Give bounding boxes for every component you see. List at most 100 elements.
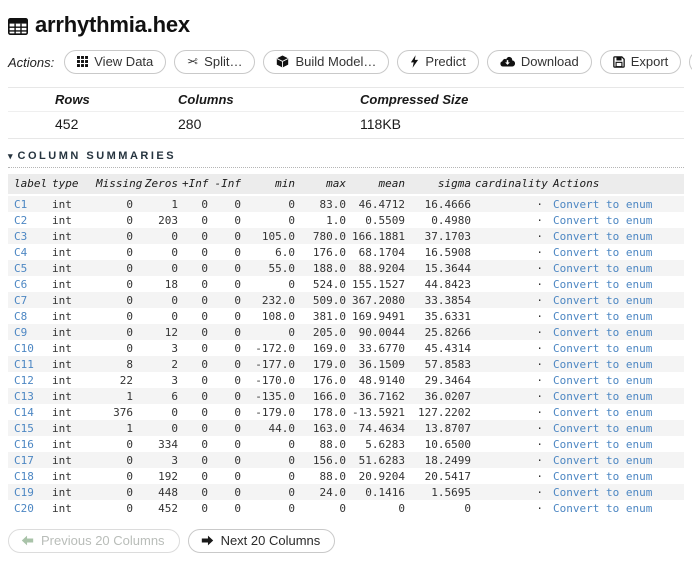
column-label-link[interactable]: C10 bbox=[14, 342, 34, 355]
convert-to-enum-link[interactable]: Convert to enum bbox=[553, 454, 652, 467]
convert-to-enum-link[interactable]: Convert to enum bbox=[553, 246, 652, 259]
column-type: int bbox=[52, 309, 72, 323]
column-type: int bbox=[52, 341, 72, 355]
column-label-link[interactable]: C14 bbox=[14, 406, 34, 419]
sigma-value: 16.5908 bbox=[424, 245, 471, 259]
mean-value: 46.4712 bbox=[358, 197, 405, 211]
column-summaries-section-toggle[interactable]: ▾ COLUMN SUMMARIES bbox=[8, 150, 684, 168]
zeros-count: 3 bbox=[171, 453, 178, 467]
cardinality-value: · bbox=[536, 469, 543, 483]
column-label-link[interactable]: C4 bbox=[14, 246, 27, 259]
column-label-link[interactable]: C9 bbox=[14, 326, 27, 339]
compressed-size-value: 118KB bbox=[360, 111, 684, 139]
neg-inf-count: 0 bbox=[234, 277, 241, 291]
max-value: 88.0 bbox=[319, 469, 347, 483]
max-value: 156.0 bbox=[312, 453, 346, 467]
mean-value: 33.6770 bbox=[358, 341, 405, 355]
min-value: -172.0 bbox=[255, 341, 295, 355]
cloud-download-icon bbox=[500, 56, 515, 67]
columns-value: 280 bbox=[178, 111, 360, 139]
column-label-link[interactable]: C3 bbox=[14, 230, 27, 243]
page-header: arrhythmia.hex bbox=[8, 12, 684, 38]
col-header-cardinality: cardinality bbox=[475, 174, 548, 196]
min-value: 0 bbox=[288, 213, 295, 227]
table-row: C8 int 0 0 0 0 108.0 381.0 169.9491 35.6… bbox=[8, 308, 684, 324]
convert-to-enum-link[interactable]: Convert to enum bbox=[553, 422, 652, 435]
column-label-link[interactable]: C7 bbox=[14, 294, 27, 307]
convert-to-enum-link[interactable]: Convert to enum bbox=[553, 294, 652, 307]
build-model-label: Build Model… bbox=[295, 54, 377, 69]
column-label-link[interactable]: C11 bbox=[14, 358, 34, 371]
sigma-value: 0.4980 bbox=[431, 213, 471, 227]
column-label-link[interactable]: C18 bbox=[14, 470, 34, 483]
previous-columns-button[interactable]: Previous 20 Columns bbox=[8, 529, 180, 553]
pos-inf-count: 0 bbox=[201, 501, 208, 515]
max-value: 780.0 bbox=[312, 229, 346, 243]
column-label-link[interactable]: C12 bbox=[14, 374, 34, 387]
column-label-link[interactable]: C1 bbox=[14, 198, 27, 211]
column-label-link[interactable]: C2 bbox=[14, 214, 27, 227]
zeros-count: 0 bbox=[171, 245, 178, 259]
pos-inf-count: 0 bbox=[201, 213, 208, 227]
sigma-value: 33.3854 bbox=[424, 293, 471, 307]
convert-to-enum-link[interactable]: Convert to enum bbox=[553, 326, 652, 339]
zeros-count: 452 bbox=[158, 501, 178, 515]
column-type: int bbox=[52, 469, 72, 483]
convert-to-enum-link[interactable]: Convert to enum bbox=[553, 278, 652, 291]
convert-to-enum-link[interactable]: Convert to enum bbox=[553, 470, 652, 483]
convert-to-enum-link[interactable]: Convert to enum bbox=[553, 198, 652, 211]
next-columns-button[interactable]: Next 20 Columns bbox=[187, 529, 336, 553]
convert-to-enum-link[interactable]: Convert to enum bbox=[553, 438, 652, 451]
page-title: arrhythmia.hex bbox=[35, 12, 190, 37]
column-label-link[interactable]: C8 bbox=[14, 310, 27, 323]
column-label-link[interactable]: C19 bbox=[14, 486, 34, 499]
mean-value: 0 bbox=[398, 501, 405, 515]
convert-to-enum-link[interactable]: Convert to enum bbox=[553, 390, 652, 403]
split-button[interactable]: ✂ Split… bbox=[174, 50, 256, 74]
convert-to-enum-link[interactable]: Convert to enum bbox=[553, 486, 652, 499]
table-row: C3 int 0 0 0 0 105.0 780.0 166.1881 37.1… bbox=[8, 228, 684, 244]
missing-count: 0 bbox=[126, 197, 133, 211]
max-value: 83.0 bbox=[319, 197, 347, 211]
table-row: C14 int 376 0 0 0 -179.0 178.0 -13.5921 … bbox=[8, 404, 684, 420]
column-label-link[interactable]: C16 bbox=[14, 438, 34, 451]
download-button[interactable]: Download bbox=[486, 50, 592, 74]
convert-to-enum-link[interactable]: Convert to enum bbox=[553, 358, 652, 371]
neg-inf-count: 0 bbox=[234, 197, 241, 211]
col-header-sigma: sigma bbox=[409, 174, 475, 196]
convert-to-enum-link[interactable]: Convert to enum bbox=[553, 342, 652, 355]
rows-header: Rows bbox=[8, 87, 178, 112]
column-label-link[interactable]: C15 bbox=[14, 422, 34, 435]
column-type: int bbox=[52, 197, 72, 211]
zeros-count: 334 bbox=[158, 437, 178, 451]
missing-count: 0 bbox=[126, 485, 133, 499]
column-label-link[interactable]: C6 bbox=[14, 278, 27, 291]
column-label-link[interactable]: C13 bbox=[14, 390, 34, 403]
column-label-link[interactable]: C17 bbox=[14, 454, 34, 467]
build-model-button[interactable]: Build Model… bbox=[263, 50, 390, 74]
column-label-link[interactable]: C20 bbox=[14, 502, 34, 515]
convert-to-enum-link[interactable]: Convert to enum bbox=[553, 230, 652, 243]
predict-button[interactable]: Predict bbox=[397, 50, 479, 74]
neg-inf-count: 0 bbox=[234, 325, 241, 339]
convert-to-enum-link[interactable]: Convert to enum bbox=[553, 214, 652, 227]
pos-inf-count: 0 bbox=[201, 261, 208, 275]
sigma-value: 45.4314 bbox=[424, 341, 471, 355]
missing-count: 22 bbox=[119, 373, 133, 387]
convert-to-enum-link[interactable]: Convert to enum bbox=[553, 406, 652, 419]
mean-value: 90.0044 bbox=[358, 325, 405, 339]
convert-to-enum-link[interactable]: Convert to enum bbox=[553, 310, 652, 323]
convert-to-enum-link[interactable]: Convert to enum bbox=[553, 502, 652, 515]
max-value: 188.0 bbox=[312, 261, 346, 275]
col-header-zeros: Zeros bbox=[137, 174, 182, 196]
view-data-button[interactable]: View Data bbox=[64, 50, 167, 74]
previous-columns-label: Previous 20 Columns bbox=[41, 533, 165, 548]
min-value: 55.0 bbox=[268, 261, 296, 275]
convert-to-enum-link[interactable]: Convert to enum bbox=[553, 374, 652, 387]
convert-to-enum-link[interactable]: Convert to enum bbox=[553, 262, 652, 275]
neg-inf-count: 0 bbox=[234, 389, 241, 403]
export-button[interactable]: Export bbox=[599, 50, 682, 74]
max-value: 169.0 bbox=[312, 341, 346, 355]
cardinality-value: · bbox=[536, 245, 543, 259]
column-label-link[interactable]: C5 bbox=[14, 262, 27, 275]
